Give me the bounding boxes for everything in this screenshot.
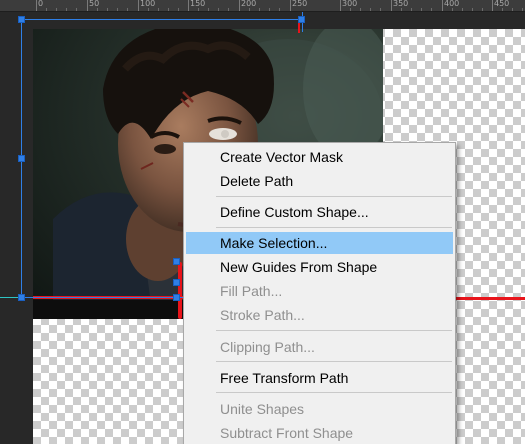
shape-layer-fill xyxy=(33,300,183,319)
menu-separator xyxy=(216,196,452,197)
ruler-minor-tick xyxy=(522,8,523,11)
ruler-tick xyxy=(492,0,493,11)
transform-handle[interactable] xyxy=(173,279,180,286)
ruler-minor-tick xyxy=(482,8,483,11)
ruler-minor-tick xyxy=(158,8,159,11)
transform-handle[interactable] xyxy=(18,294,25,301)
ruler-minor-tick xyxy=(76,8,77,11)
menu-item-free-transform-path[interactable]: Free Transform Path xyxy=(186,367,453,389)
ruler-minor-tick xyxy=(168,8,169,11)
transform-handle[interactable] xyxy=(298,16,305,23)
ruler-minor-tick xyxy=(66,8,67,11)
menu-item-make-selection[interactable]: Make Selection... xyxy=(186,232,453,254)
ruler-tick xyxy=(239,0,240,11)
ruler-tick xyxy=(138,0,139,11)
ruler-minor-tick xyxy=(279,8,280,11)
ruler-minor-tick xyxy=(452,8,453,11)
path-context-menu: Create Vector Mask Delete Path Define Cu… xyxy=(183,142,456,444)
ruler-minor-tick xyxy=(401,8,402,11)
menu-separator xyxy=(216,392,452,393)
ruler-minor-tick xyxy=(259,8,260,11)
ruler-minor-tick xyxy=(411,8,412,11)
ruler-minor-tick xyxy=(228,8,229,11)
ruler-minor-tick xyxy=(472,8,473,11)
ruler-minor-tick xyxy=(431,8,432,11)
ruler-tick xyxy=(391,0,392,11)
menu-item-delete-path[interactable]: Delete Path xyxy=(186,170,453,192)
ruler-minor-tick xyxy=(148,8,149,11)
ruler-tick xyxy=(290,0,291,11)
ruler-minor-tick xyxy=(512,8,513,11)
ruler-minor-tick xyxy=(350,8,351,11)
ruler-tick xyxy=(442,0,443,11)
ruler-tick xyxy=(188,0,189,11)
menu-item-clipping-path[interactable]: Clipping Path... xyxy=(186,336,453,358)
ruler-label: 250 xyxy=(292,0,308,8)
ruler-minor-tick xyxy=(208,8,209,11)
ruler-minor-tick xyxy=(269,8,270,11)
ruler-minor-tick xyxy=(249,8,250,11)
menu-separator xyxy=(216,227,452,228)
menu-item-define-custom-shape[interactable]: Define Custom Shape... xyxy=(186,201,453,223)
path-outline xyxy=(456,297,525,300)
menu-item-unite-shapes[interactable]: Unite Shapes xyxy=(186,398,453,420)
transform-handle[interactable] xyxy=(18,16,25,23)
ruler-minor-tick xyxy=(198,8,199,11)
menu-item-stroke-path[interactable]: Stroke Path... xyxy=(186,304,453,326)
menu-separator xyxy=(216,330,452,331)
transform-handle[interactable] xyxy=(173,294,180,301)
bounding-box-edge xyxy=(21,297,183,298)
ruler-minor-tick xyxy=(127,8,128,11)
menu-item-fill-path[interactable]: Fill Path... xyxy=(186,280,453,302)
ruler-minor-tick xyxy=(117,8,118,11)
ruler-minor-tick xyxy=(462,8,463,11)
ruler-minor-tick xyxy=(56,8,57,11)
ruler-minor-tick xyxy=(178,8,179,11)
ruler-minor-tick xyxy=(370,8,371,11)
transform-handle[interactable] xyxy=(173,258,180,265)
ruler-label: 0 xyxy=(38,0,44,8)
menu-item-create-vector-mask[interactable]: Create Vector Mask xyxy=(186,146,453,168)
path-outline-curve xyxy=(178,262,182,319)
ruler-minor-tick xyxy=(421,8,422,11)
ruler-minor-tick xyxy=(502,8,503,11)
ruler-minor-tick xyxy=(97,8,98,11)
ruler-minor-tick xyxy=(46,8,47,11)
horizontal-ruler[interactable]: 0 50 100 150 200 250 300 350 400 450 500 xyxy=(0,0,525,12)
menu-separator xyxy=(216,361,452,362)
pasteboard-area xyxy=(0,12,33,444)
menu-item-subtract-front-shape[interactable]: Subtract Front Shape xyxy=(186,422,453,444)
ruler-minor-tick xyxy=(380,8,381,11)
ruler-tick xyxy=(36,0,37,11)
ruler-tick xyxy=(340,0,341,11)
ruler-minor-tick xyxy=(218,8,219,11)
menu-item-new-guides-from-shape[interactable]: New Guides From Shape xyxy=(186,256,453,278)
ruler-minor-tick xyxy=(107,8,108,11)
transform-handle[interactable] xyxy=(18,155,25,162)
ruler-tick xyxy=(87,0,88,11)
ruler-minor-tick xyxy=(360,8,361,11)
bounding-box-edge xyxy=(21,19,303,20)
